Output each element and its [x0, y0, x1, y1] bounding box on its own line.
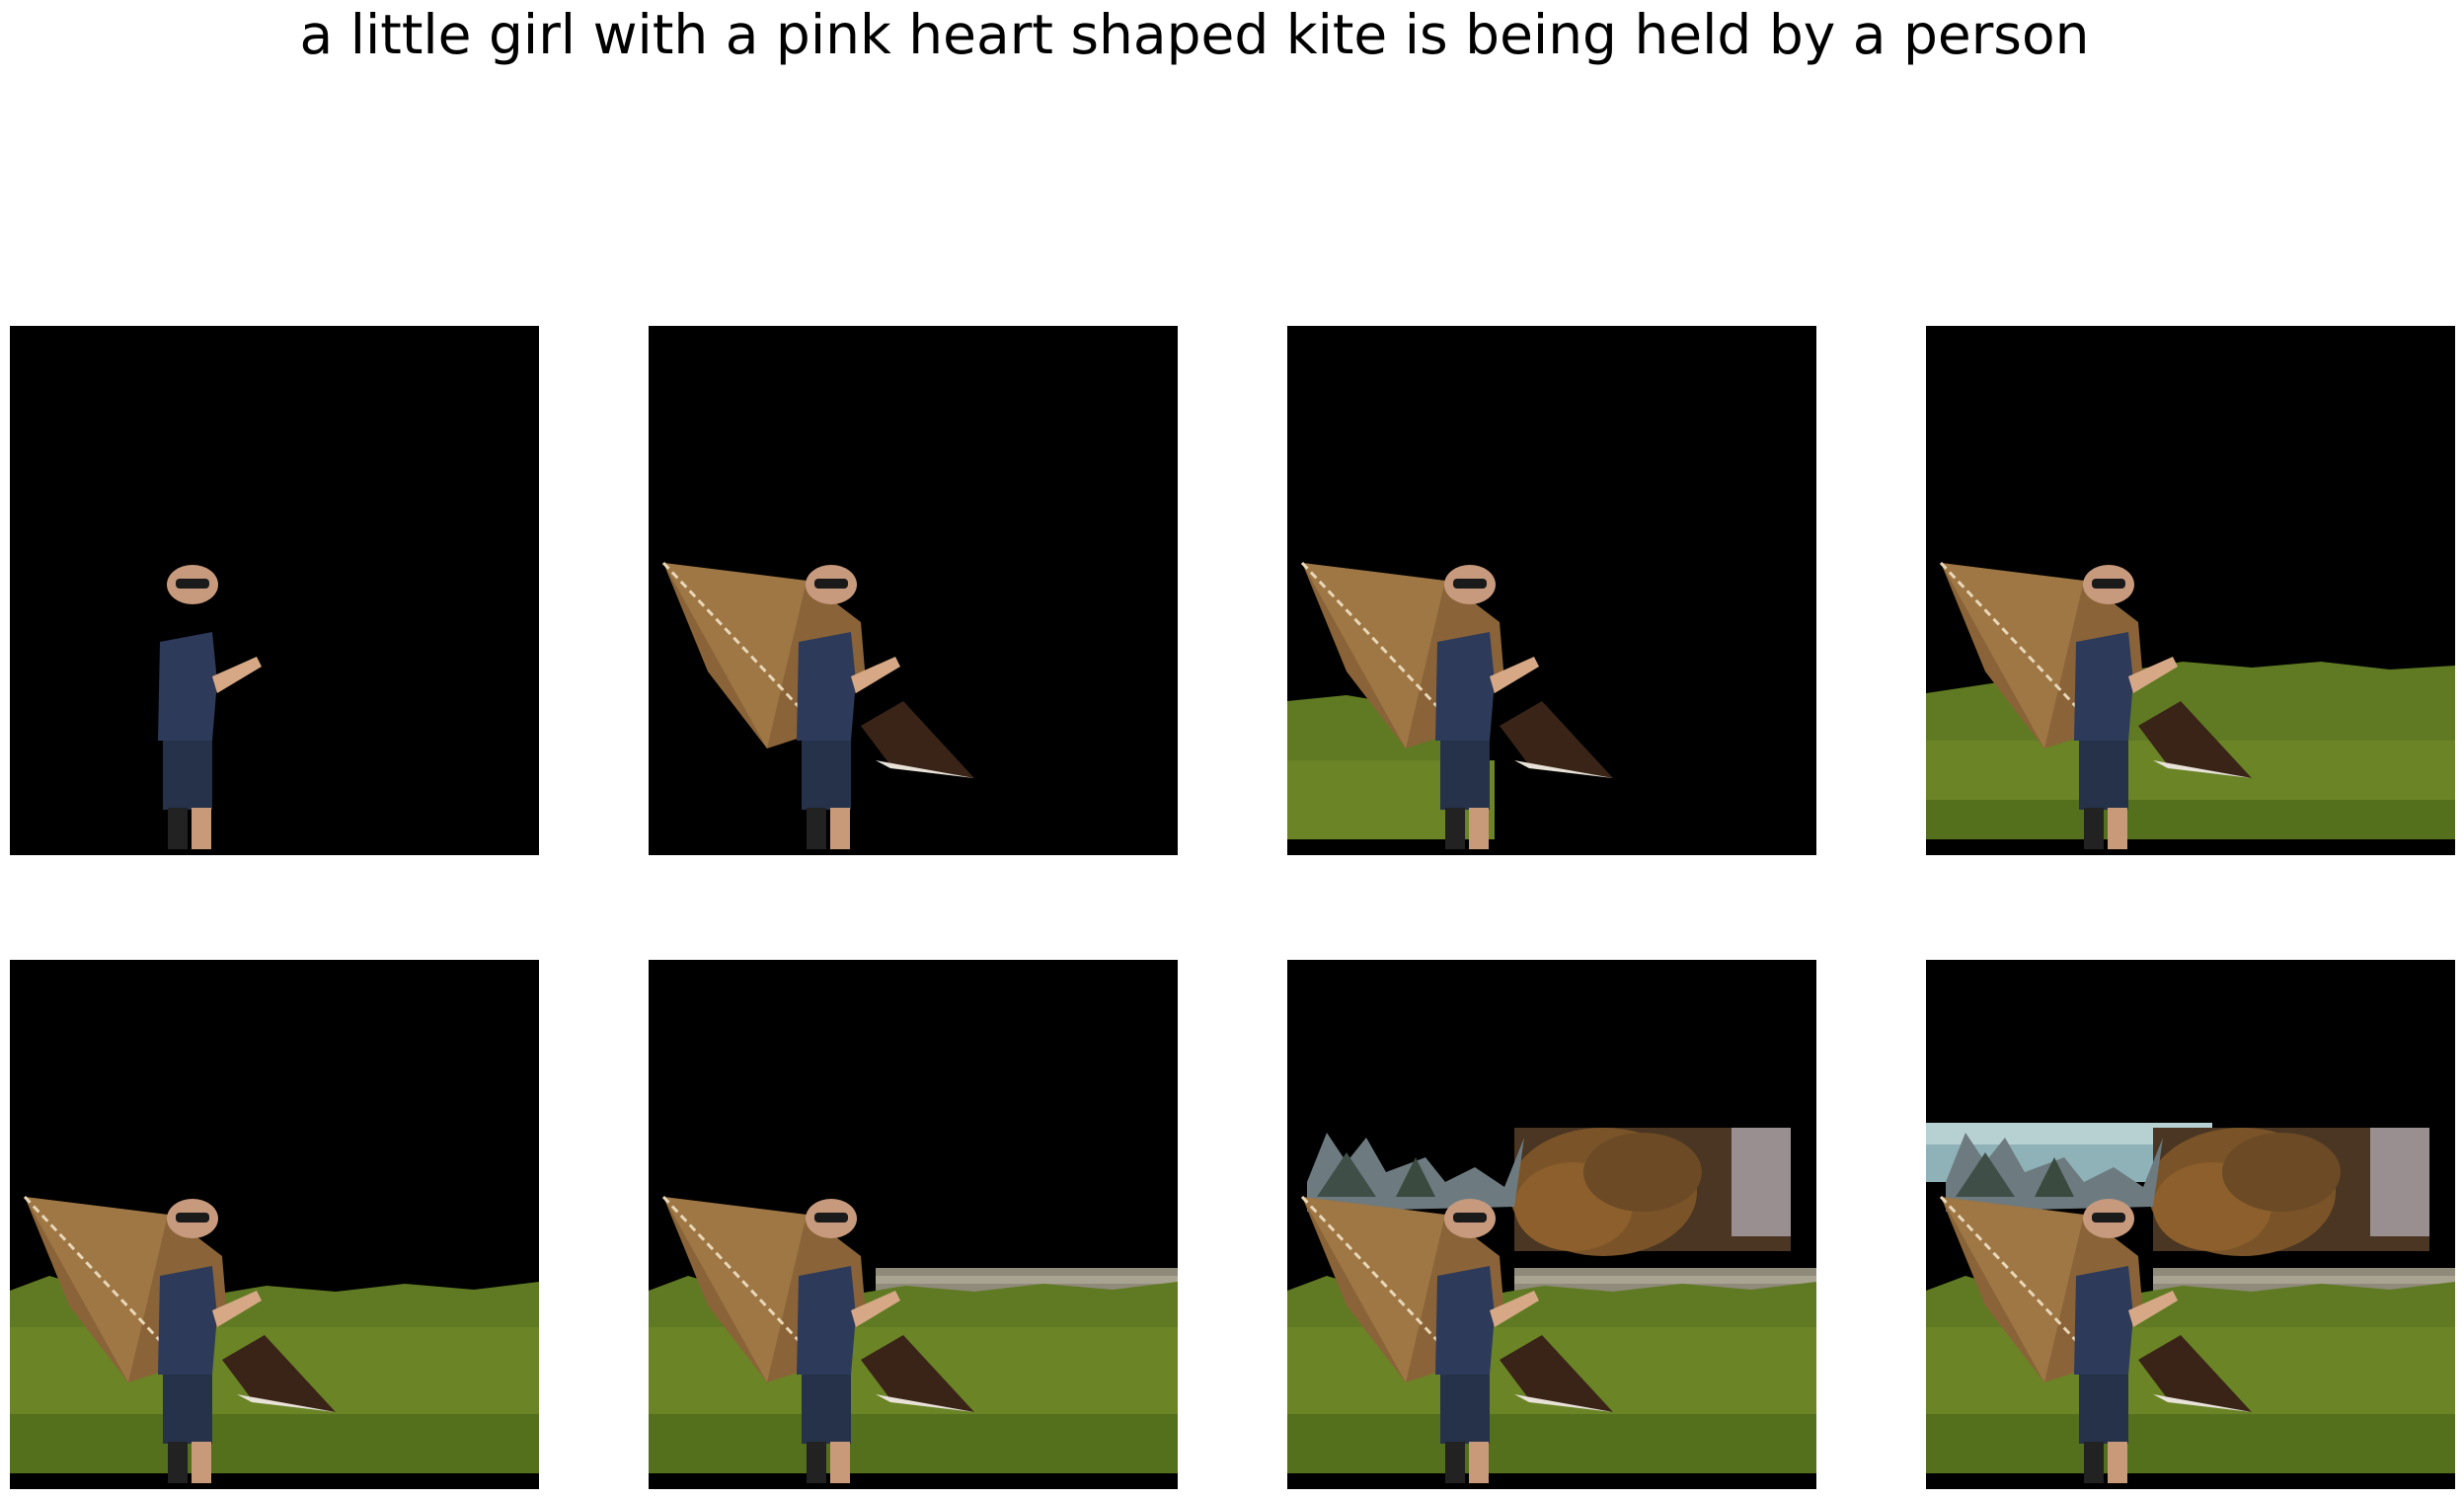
image-panel-7 [1287, 960, 1816, 1489]
panel-image-3 [1287, 561, 1613, 849]
panel-image-7 [1287, 1128, 1816, 1489]
panel-image-4 [1926, 561, 2455, 849]
panel-image-2 [661, 561, 974, 849]
image-panel-5 [10, 960, 539, 1489]
person-figure [158, 565, 262, 849]
image-panel-4 [1926, 326, 2455, 855]
image-panel-1 [10, 326, 539, 855]
panel-image-5 [10, 1195, 539, 1489]
panel-image-6 [649, 1195, 1178, 1489]
image-panel-3 [1287, 326, 1816, 855]
panel-image-8 [1926, 1123, 2455, 1489]
image-panel-6 [649, 960, 1178, 1489]
image-panel-8 [1926, 960, 2455, 1489]
image-panel-2 [649, 326, 1178, 855]
figure-title: a little girl with a pink heart shaped k… [299, 3, 2090, 66]
panel-image-1 [158, 565, 262, 849]
